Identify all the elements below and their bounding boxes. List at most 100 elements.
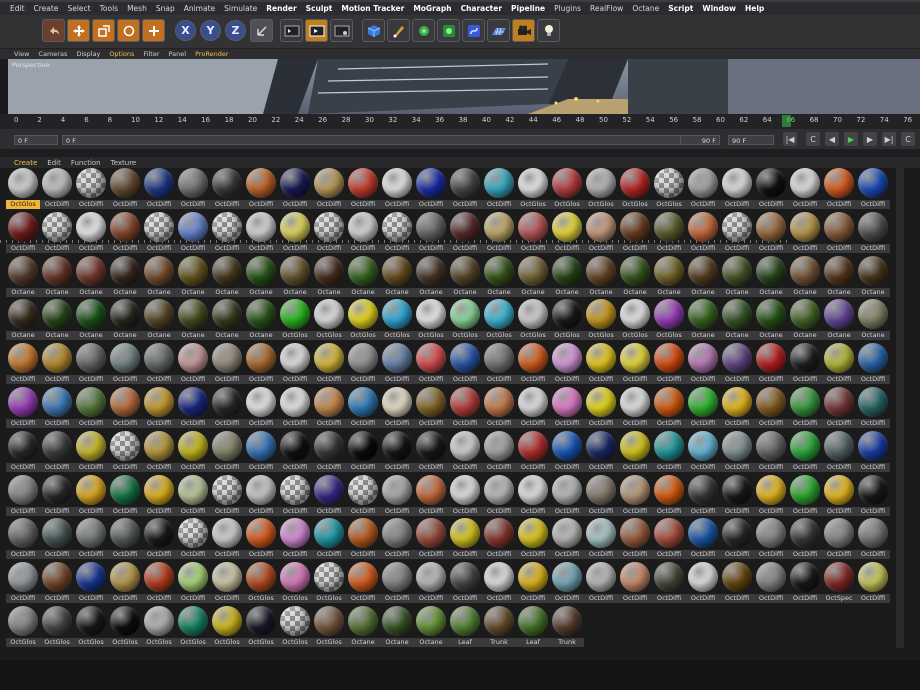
- material-swatch[interactable]: OctDiffi: [244, 211, 278, 256]
- material-swatch[interactable]: OctDiffi: [822, 211, 856, 256]
- material-swatch[interactable]: Octane: [414, 606, 448, 650]
- material-swatch[interactable]: OctDiffi: [618, 211, 652, 256]
- material-swatch[interactable]: OctDiffi: [584, 387, 618, 431]
- material-swatch[interactable]: OctDiffi: [108, 562, 142, 606]
- material-swatch[interactable]: OctDiffi: [822, 474, 856, 519]
- material-swatch[interactable]: OctDiffi: [652, 474, 686, 519]
- material-swatch[interactable]: OctDiffi: [142, 211, 176, 256]
- material-swatch[interactable]: OctDiffi: [754, 343, 788, 387]
- move-tool-icon[interactable]: [67, 19, 90, 42]
- material-swatch[interactable]: OctDiffi: [754, 430, 788, 475]
- material-swatch[interactable]: OctDiffi: [652, 343, 686, 387]
- material-swatch[interactable]: OctDiffi: [516, 562, 550, 606]
- material-swatch[interactable]: OctDiffi: [380, 562, 414, 606]
- material-swatch[interactable]: OctDiffi: [550, 474, 584, 519]
- material-swatch[interactable]: OctDiffi: [6, 562, 40, 606]
- material-swatch[interactable]: OctDiffi: [822, 518, 856, 562]
- material-swatch[interactable]: OctDiffi: [448, 562, 482, 606]
- material-swatch[interactable]: OctDiffi: [74, 430, 108, 475]
- material-swatch[interactable]: OctDiffi: [856, 474, 890, 519]
- material-swatch[interactable]: OctDiffi: [6, 430, 40, 475]
- material-swatch[interactable]: OctDiffi: [312, 387, 346, 431]
- material-swatch[interactable]: Octane: [720, 299, 754, 343]
- material-swatch[interactable]: OctDiffi: [448, 474, 482, 519]
- material-swatch[interactable]: OctDiffi: [584, 211, 618, 256]
- material-swatch[interactable]: OctDiffi: [40, 387, 74, 431]
- material-swatch[interactable]: OctDiffi: [788, 430, 822, 475]
- material-swatch[interactable]: OctDiffi: [720, 518, 754, 562]
- material-swatch[interactable]: OctGlos: [6, 606, 40, 650]
- material-swatch[interactable]: Octane: [244, 299, 278, 343]
- material-swatch[interactable]: OctDiffi: [142, 168, 176, 212]
- material-swatch[interactable]: Octane: [108, 299, 142, 343]
- material-swatch[interactable]: OctDiffi: [448, 168, 482, 212]
- material-swatch[interactable]: OctDiffi: [550, 430, 584, 475]
- material-swatch[interactable]: OctDiffi: [584, 343, 618, 387]
- timeline-ruler[interactable]: 0 2 4 6 8 10 12 14 16 18 20 22 24 26 28 30 32 34 36 38 40 42 4…: [0, 114, 920, 243]
- material-swatch[interactable]: OctDiffi: [720, 562, 754, 606]
- material-swatch[interactable]: OctDiffi: [414, 474, 448, 519]
- material-swatch[interactable]: OctDiffi: [414, 430, 448, 475]
- undo-icon[interactable]: [42, 19, 65, 42]
- perspective-viewport[interactable]: Perspective: [8, 59, 920, 114]
- material-swatch[interactable]: OctDiffi: [482, 430, 516, 475]
- material-swatch[interactable]: OctDiffi: [516, 211, 550, 256]
- material-swatch[interactable]: OctDiffi: [74, 168, 108, 212]
- material-swatch[interactable]: OctGlos: [516, 299, 550, 343]
- material-swatch[interactable]: Octane: [856, 255, 890, 300]
- material-swatch[interactable]: OctDiffi: [720, 211, 754, 256]
- material-swatch[interactable]: OctDiffi: [788, 387, 822, 431]
- material-swatch[interactable]: OctGlos: [550, 168, 584, 212]
- material-swatch[interactable]: Octane: [720, 255, 754, 300]
- material-swatch[interactable]: OctDiffi: [142, 518, 176, 562]
- material-swatch[interactable]: OctDiffi: [380, 518, 414, 562]
- menu-item[interactable]: MoGraph: [413, 4, 451, 13]
- material-swatch[interactable]: OctGlos: [278, 299, 312, 343]
- material-swatch[interactable]: OctDiffi: [346, 430, 380, 475]
- material-swatch[interactable]: OctDiffi: [108, 211, 142, 256]
- material-swatch[interactable]: OctGlos: [550, 299, 584, 343]
- coordinate-system-icon[interactable]: [250, 19, 273, 42]
- material-swatch[interactable]: Octane: [346, 255, 380, 300]
- material-swatch[interactable]: OctDiffi: [482, 168, 516, 212]
- material-swatch[interactable]: OctDiffi: [244, 168, 278, 212]
- material-swatch[interactable]: OctDiffi: [448, 387, 482, 431]
- material-swatch[interactable]: OctDiffi: [244, 387, 278, 431]
- material-swatch[interactable]: OctDiffi: [244, 474, 278, 519]
- material-swatch[interactable]: OctDiffi: [482, 343, 516, 387]
- material-swatch[interactable]: OctGlos: [584, 168, 618, 212]
- z-axis-lock-button[interactable]: Z: [225, 20, 246, 41]
- material-swatch[interactable]: OctDiffi: [278, 168, 312, 212]
- go-to-start-icon[interactable]: |◀: [783, 132, 797, 146]
- material-swatch[interactable]: OctDiffi: [6, 474, 40, 519]
- material-swatch[interactable]: OctDiffi: [176, 168, 210, 212]
- material-swatch[interactable]: Octane: [380, 606, 414, 650]
- material-swatch[interactable]: Octane: [482, 255, 516, 300]
- material-swatch[interactable]: OctDiffi: [686, 343, 720, 387]
- material-swatch[interactable]: OctGlos: [516, 168, 550, 212]
- camera-icon[interactable]: [512, 19, 535, 42]
- menu-item[interactable]: Snap: [156, 4, 175, 13]
- light-bulb-icon[interactable]: [537, 19, 560, 42]
- material-menu-item[interactable]: Texture: [111, 159, 137, 167]
- material-swatch[interactable]: OctDiffi: [346, 387, 380, 431]
- material-swatch[interactable]: Octane: [754, 255, 788, 300]
- menu-item[interactable]: Create: [34, 4, 59, 13]
- material-swatch[interactable]: OctDiffi: [210, 430, 244, 475]
- viewport-menu-item[interactable]: Options: [109, 50, 134, 58]
- material-swatch[interactable]: OctDiffi: [380, 343, 414, 387]
- material-swatch[interactable]: OctGlos: [482, 299, 516, 343]
- menu-item[interactable]: Motion Tracker: [341, 4, 404, 13]
- material-swatch[interactable]: OctDiffi: [6, 211, 40, 256]
- material-swatch[interactable]: OctGlos: [312, 299, 346, 343]
- material-swatch[interactable]: OctDiffi: [40, 518, 74, 562]
- menu-item[interactable]: Mesh: [127, 4, 147, 13]
- material-swatch[interactable]: OctDiffi: [482, 387, 516, 431]
- material-swatch[interactable]: OctDiffi: [6, 387, 40, 431]
- material-swatch[interactable]: OctDiffi: [448, 211, 482, 256]
- menu-item[interactable]: Script: [668, 4, 693, 13]
- material-swatch[interactable]: Trunk: [482, 606, 516, 650]
- material-swatch[interactable]: OctDiffi: [74, 518, 108, 562]
- material-swatch[interactable]: OctDiffi: [550, 562, 584, 606]
- material-swatch[interactable]: OctDiffi: [210, 474, 244, 519]
